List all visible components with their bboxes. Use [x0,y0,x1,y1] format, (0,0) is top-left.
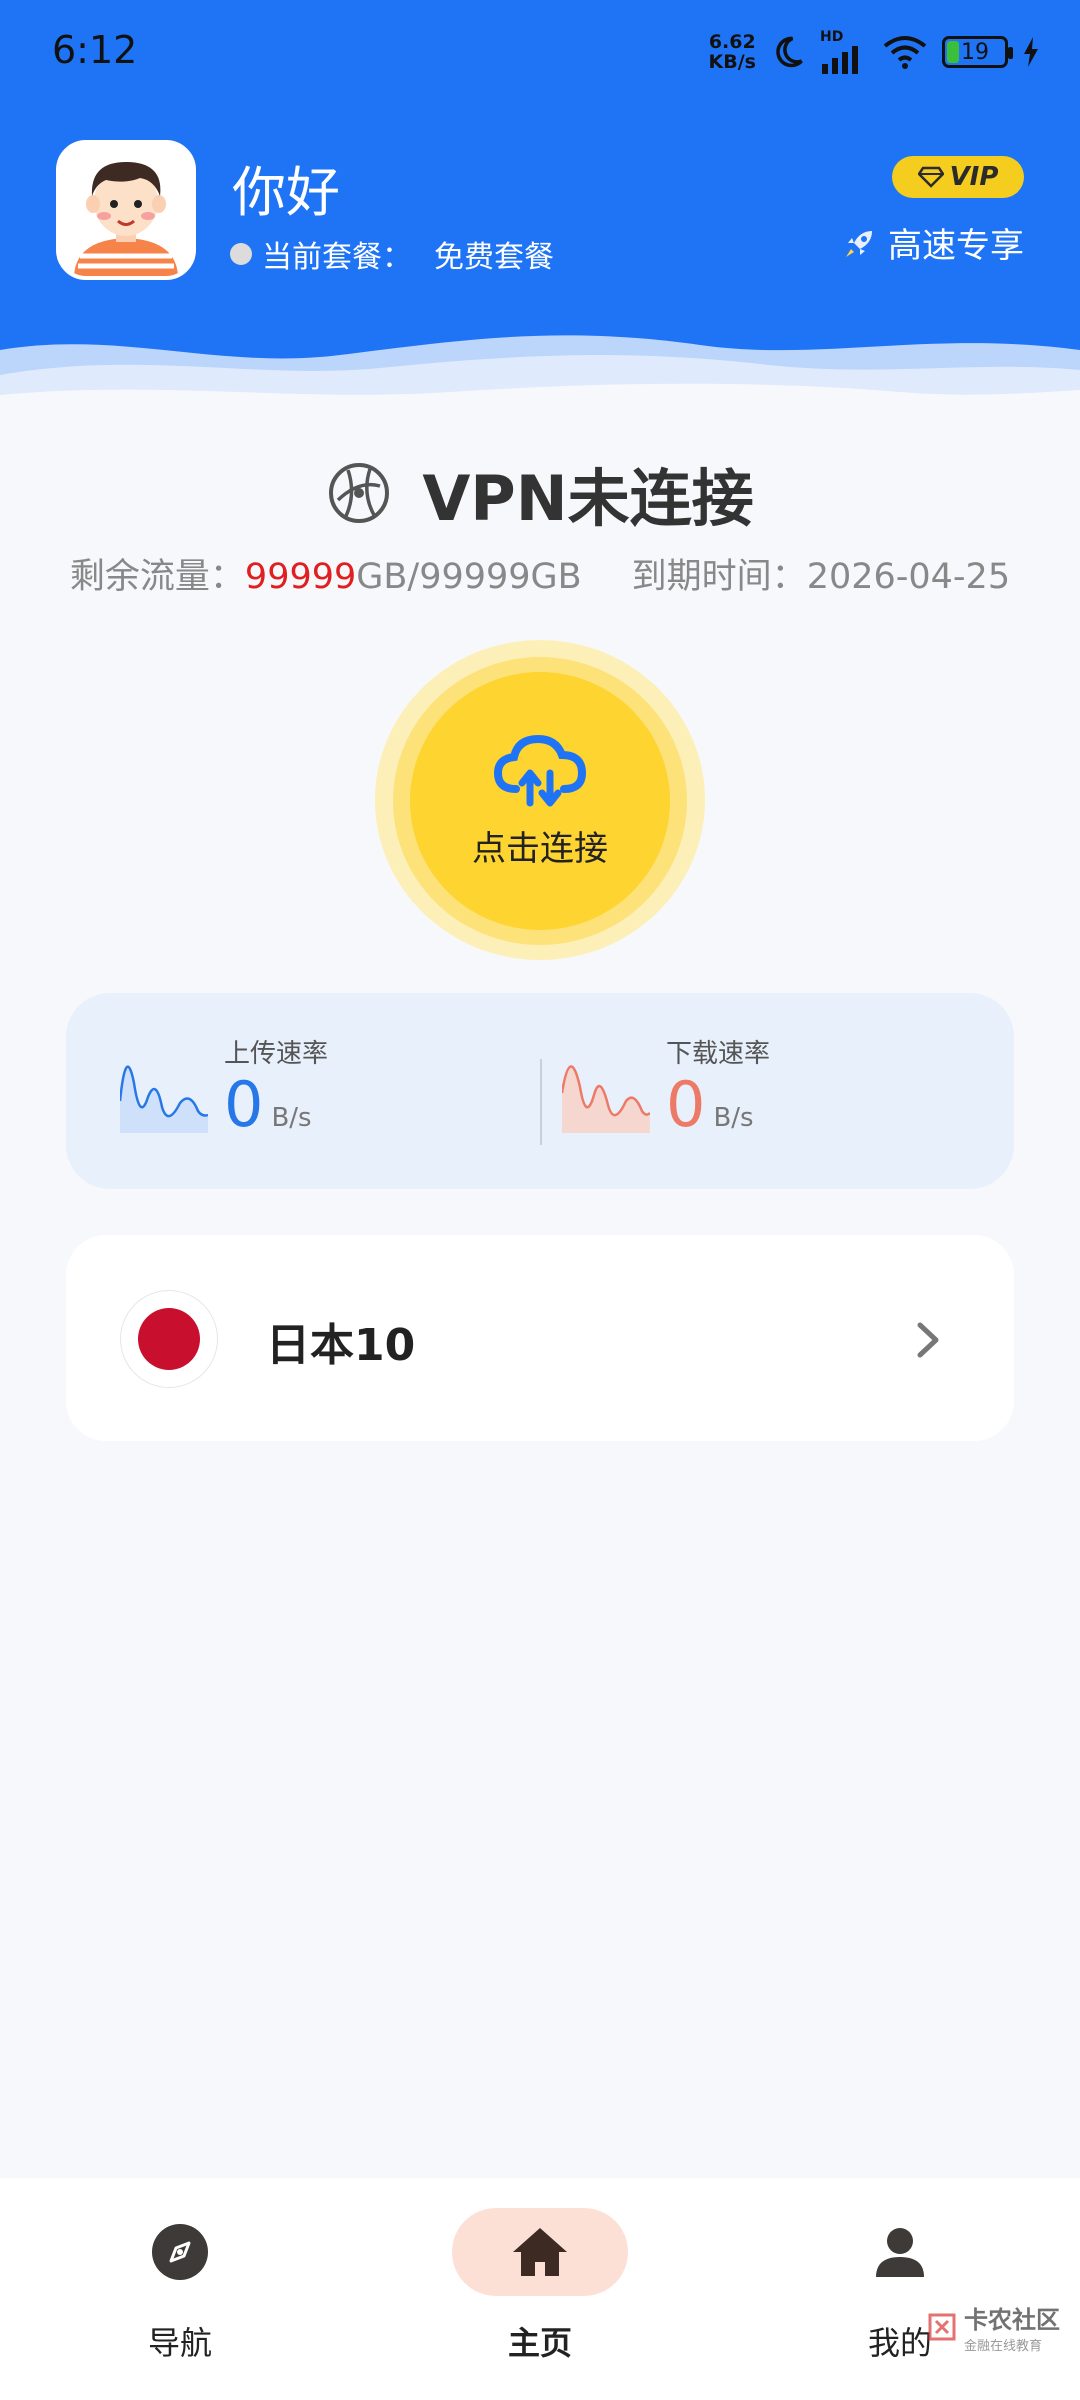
high-speed-tag[interactable]: 高速专享 [842,218,1024,267]
watermark-logo-icon [928,2313,956,2341]
server-name: 日本10 [266,1320,416,1371]
upload-speed: 上传速率 0 B/s [120,1033,328,1136]
connect-button[interactable]: 点击连接 [410,672,670,930]
download-label: 下载速率 [666,1039,771,1069]
compass-icon [152,2224,208,2280]
rocket-icon [846,230,872,257]
chevron-right-icon [917,1322,939,1358]
user-icon [876,2228,924,2277]
connect-label: 点击连接 [472,828,608,869]
network-speed-unit: KB/s [708,51,756,73]
upload-wave-icon [120,1065,208,1133]
traffic-total-value: GB/99999GB [356,557,582,597]
battery-icon: 19 [942,36,1013,68]
cloud-transfer-icon [493,734,587,806]
plan-status-dot [230,243,252,265]
server-selector[interactable]: 日本10 [66,1235,1014,1441]
status-icons: 6.62 KB/s HD 19 [709,24,1040,80]
nav-label-home: 主页 [507,2324,572,2362]
watermark-title: 卡农社区 [964,2306,1060,2334]
plan-label: 当前套餐： [262,240,412,275]
speed-card: 上传速率 0 B/s 下载速率 0 B/s [66,993,1014,1189]
watermark-subtitle: 金融在线教育 [964,2339,1043,2354]
expiry-date: 2026-04-25 [806,557,1011,597]
avatar[interactable] [56,140,196,280]
download-speed: 下载速率 0 B/s [562,1033,770,1136]
download-unit: B/s [713,1103,754,1133]
charging-icon [1024,37,1038,67]
status-time: 6:12 [52,28,138,72]
diamond-icon [917,166,944,188]
vpn-status-title: VPN未连接 [422,462,754,535]
home-icon [513,2228,567,2276]
traffic-label: 剩余流量： [69,557,245,597]
nav-item-navigation[interactable]: 导航 [80,2208,280,2364]
download-wave-icon [562,1065,650,1133]
upload-unit: B/s [271,1103,312,1133]
network-speed: 6.62 KB/s [709,32,756,72]
traffic-remaining-value: 99999 [244,557,357,597]
vpn-status: VPN未连接 [0,448,1080,538]
current-plan: 当前套餐： 免费套餐 [230,232,554,276]
wifi-icon [883,36,927,69]
upload-label: 上传速率 [224,1039,329,1069]
hd-label: HD [820,29,844,45]
network-speed-value: 6.62 [708,31,756,53]
wave-decoration [0,335,1080,430]
nav-label-navigation: 导航 [147,2324,212,2362]
upload-value: 0 [224,1068,264,1141]
bottom-navigation: 导航 主页 我的 [0,2178,1080,2400]
high-speed-label: 高速专享 [888,226,1024,266]
vip-badge[interactable]: VIP [892,156,1024,198]
status-bar: 6:12 6.62 KB/s HD 19 [0,0,1080,100]
greeting: 你好 [232,161,340,224]
speed-divider [540,1059,542,1145]
watermark: 卡农社区 金融在线教育 [926,2300,1060,2354]
download-value: 0 [666,1068,706,1141]
signal-icon: HD [820,30,868,74]
avatar-boy-icon [60,144,192,276]
network-globe-icon [329,463,390,523]
vip-label: VIP [949,162,999,192]
plan-value: 免费套餐 [434,240,554,275]
traffic-info: 剩余流量：99999GB/99999GB 到期时间：2026-04-25 [0,548,1080,599]
traffic-remaining-info: 剩余流量：99999GB/99999GB [70,548,582,599]
expiry-info: 到期时间：2026-04-25 [632,548,1010,599]
moon-icon [776,36,803,68]
battery-level: 19 [961,39,989,65]
nav-label-profile: 我的 [867,2324,932,2362]
nav-item-home[interactable]: 主页 [440,2208,640,2364]
japan-flag-icon [120,1290,218,1388]
expiry-label: 到期时间： [631,557,807,597]
